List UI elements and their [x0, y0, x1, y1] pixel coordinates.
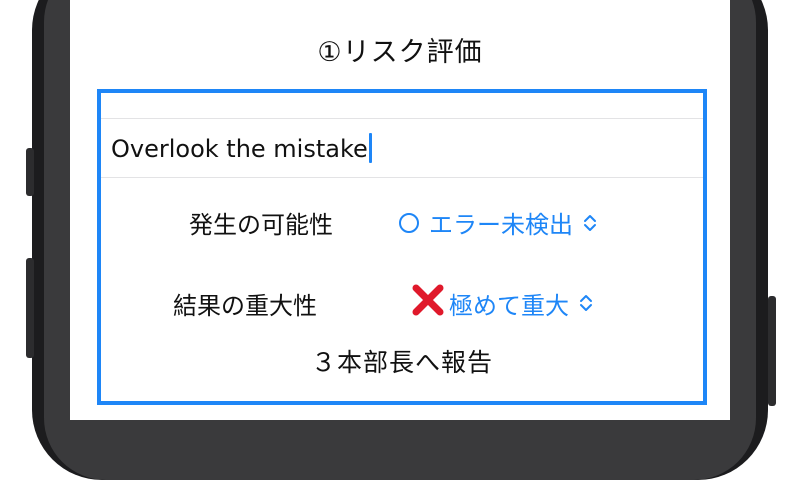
likelihood-picker[interactable]: エラー未検出: [399, 205, 597, 240]
divider: [101, 177, 703, 178]
red-x-icon: [411, 283, 445, 323]
side-button-right: [768, 296, 776, 406]
impact-value: 極めて重大: [449, 291, 569, 320]
assessment-result: ３本部長へ報告: [310, 348, 493, 377]
likelihood-label: 発生の可能性: [189, 211, 333, 239]
likelihood-value: エラー未検出: [429, 211, 573, 239]
impact-label: 結果の重大性: [173, 292, 317, 320]
action-input[interactable]: Overlook the mistake: [111, 133, 372, 163]
risk-assessment-card: Overlook the mistake 発生の可能性 エラー未検出 結果の重大…: [97, 89, 707, 405]
chevron-up-down-icon: [583, 213, 597, 233]
action-input-row[interactable]: Overlook the mistake: [101, 119, 703, 177]
circle-outline-icon: [399, 212, 419, 233]
screen-top-corners: [70, 0, 730, 30]
side-button-left-2: [26, 258, 34, 358]
text-caret: [368, 133, 372, 163]
chevron-up-down-icon: [579, 293, 593, 313]
action-input-value: Overlook the mistake: [111, 135, 368, 163]
impact-picker[interactable]: 極めて重大: [411, 283, 593, 323]
page-title: ①リスク評価: [317, 37, 483, 68]
side-button-left-1: [26, 148, 34, 196]
